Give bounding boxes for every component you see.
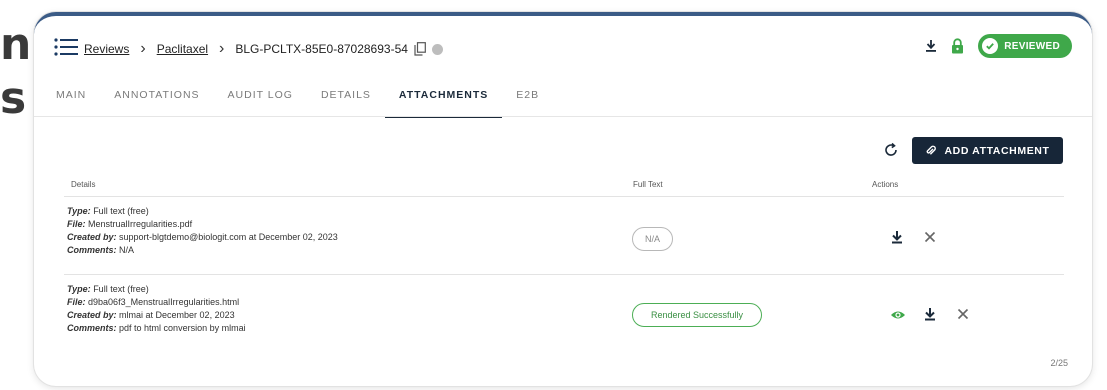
- tab-main[interactable]: MAIN: [34, 82, 100, 116]
- table-row: Type: Full text (free) File: MenstrualIr…: [67, 206, 338, 255]
- tab-annotations[interactable]: ANNOTATIONS: [100, 82, 213, 116]
- copy-icon[interactable]: [414, 42, 426, 56]
- breadcrumb-reviews[interactable]: Reviews: [84, 42, 129, 56]
- review-window: Reviews › Paclitaxel › BLG-PCLTX-85E0-87…: [34, 12, 1092, 386]
- paperclip-icon: [927, 145, 937, 155]
- table-row: Type: Full text (free) File: d9ba06f3_Me…: [67, 284, 246, 333]
- column-header-actions: Actions: [872, 180, 899, 189]
- chevron-right-icon: ›: [219, 40, 225, 57]
- tab-e2b[interactable]: E2B: [502, 82, 553, 116]
- close-icon[interactable]: [956, 307, 970, 321]
- breadcrumb: Reviews › Paclitaxel › BLG-PCLTX-85E0-87…: [84, 40, 443, 57]
- download-icon[interactable]: [890, 230, 904, 244]
- column-header-details: Details: [71, 180, 96, 189]
- refresh-icon[interactable]: [882, 141, 900, 159]
- header-divider: [64, 196, 1064, 197]
- breadcrumb-drug[interactable]: Paclitaxel: [157, 42, 208, 56]
- info-icon[interactable]: [431, 43, 443, 55]
- eye-icon[interactable]: [890, 308, 906, 322]
- header-actions: REVIEWED: [925, 34, 1072, 58]
- add-attachment-button[interactable]: ADD ATTACHMENT: [912, 137, 1063, 164]
- full-text-status-badge: Rendered Successfully: [632, 303, 762, 327]
- chevron-right-icon: ›: [140, 40, 146, 57]
- close-icon[interactable]: [923, 230, 937, 244]
- tab-audit-log[interactable]: AUDIT LOG: [214, 82, 307, 116]
- tabs-divider: [34, 116, 1092, 117]
- full-text-status-badge: N/A: [632, 227, 673, 251]
- tab-attachments[interactable]: ATTACHMENTS: [384, 82, 503, 118]
- top-bar: Reviews › Paclitaxel › BLG-PCLTX-85E0-87…: [34, 16, 1092, 76]
- add-attachment-label: ADD ATTACHMENT: [944, 144, 1050, 157]
- download-icon[interactable]: [923, 307, 937, 321]
- check-circle-icon: [982, 38, 999, 54]
- lock-icon[interactable]: [951, 38, 964, 54]
- tab-details[interactable]: DETAILS: [307, 82, 385, 116]
- column-header-full-text: Full Text: [633, 180, 663, 189]
- row-divider: [64, 274, 1064, 275]
- download-icon[interactable]: [925, 39, 937, 53]
- status-badge: REVIEWED: [978, 34, 1072, 58]
- pagination-indicator: 2/25: [1050, 358, 1068, 368]
- breadcrumb-case-id: BLG-PCLTX-85E0-87028693-54: [235, 42, 408, 56]
- status-badge-label: REVIEWED: [1004, 40, 1060, 52]
- list-menu-icon[interactable]: [54, 38, 78, 56]
- tab-bar: MAIN ANNOTATIONS AUDIT LOG DETAILS ATTAC…: [34, 82, 1092, 118]
- background-page-text: n s: [0, 19, 32, 124]
